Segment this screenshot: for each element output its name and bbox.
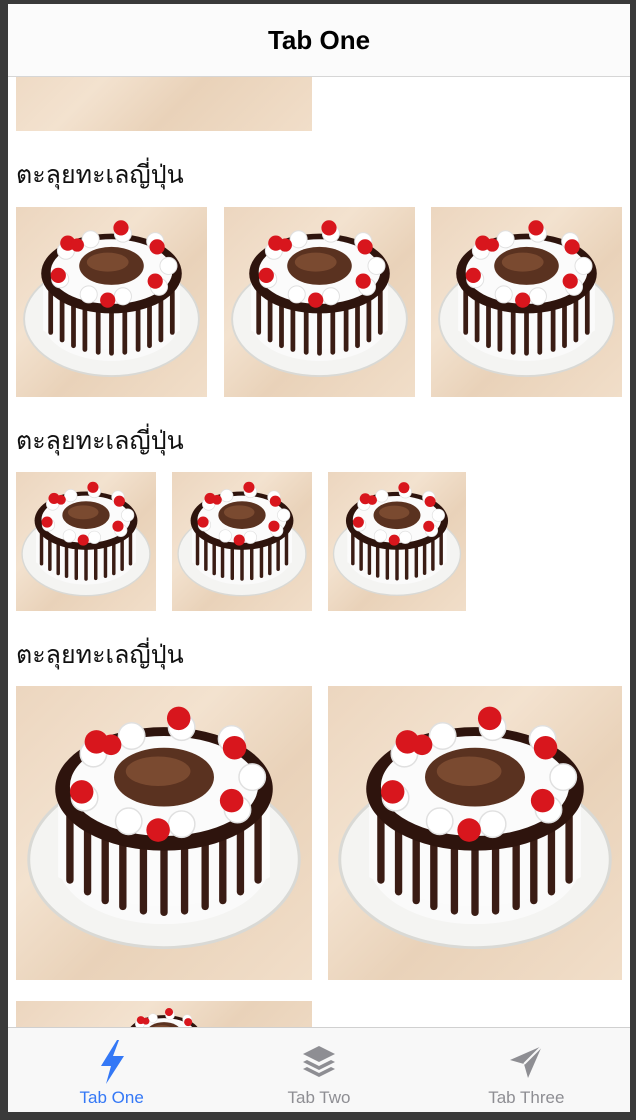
navigation-arrow-icon: [504, 1040, 548, 1084]
cake-image[interactable]: [16, 207, 207, 397]
tab-two[interactable]: Tab Two: [215, 1028, 422, 1112]
section-title: ตะลุยทะเลญี่ปุ่น: [16, 426, 184, 455]
cake-image[interactable]: [16, 686, 312, 980]
lightning-icon: [90, 1040, 134, 1084]
section-title: ตะลุยทะเลญี่ปุ่น: [16, 160, 184, 189]
cake-image[interactable]: [16, 1001, 312, 1027]
navigation-bar: Tab One: [8, 4, 630, 77]
tab-label: Tab Three: [488, 1088, 565, 1107]
tab-three[interactable]: Tab Three: [423, 1028, 630, 1112]
cake-image[interactable]: [328, 686, 622, 980]
cake-image[interactable]: [172, 472, 312, 611]
layers-icon: [297, 1040, 341, 1084]
tab-label: Tab Two: [287, 1088, 351, 1107]
tab-bar: Tab One Tab Two Tab Three: [8, 1027, 630, 1112]
app-screen: Tab One ตะลุยทะเลญี่ปุ่น ตะลุยทะเลญี่ปุ่…: [8, 4, 630, 1112]
tab-one[interactable]: Tab One: [8, 1028, 215, 1112]
cake-image[interactable]: [328, 472, 466, 611]
cake-image[interactable]: [16, 472, 156, 611]
cake-image[interactable]: [16, 77, 312, 131]
section-title: ตะลุยทะเลญี่ปุ่น: [16, 640, 184, 669]
scroll-content[interactable]: ตะลุยทะเลญี่ปุ่น ตะลุยทะเลญี่ปุ่น ตะลุยท…: [8, 77, 630, 1027]
tab-label: Tab One: [79, 1088, 144, 1107]
cake-image[interactable]: [224, 207, 415, 397]
cake-image[interactable]: [431, 207, 622, 397]
page-title: Tab One: [267, 24, 371, 55]
